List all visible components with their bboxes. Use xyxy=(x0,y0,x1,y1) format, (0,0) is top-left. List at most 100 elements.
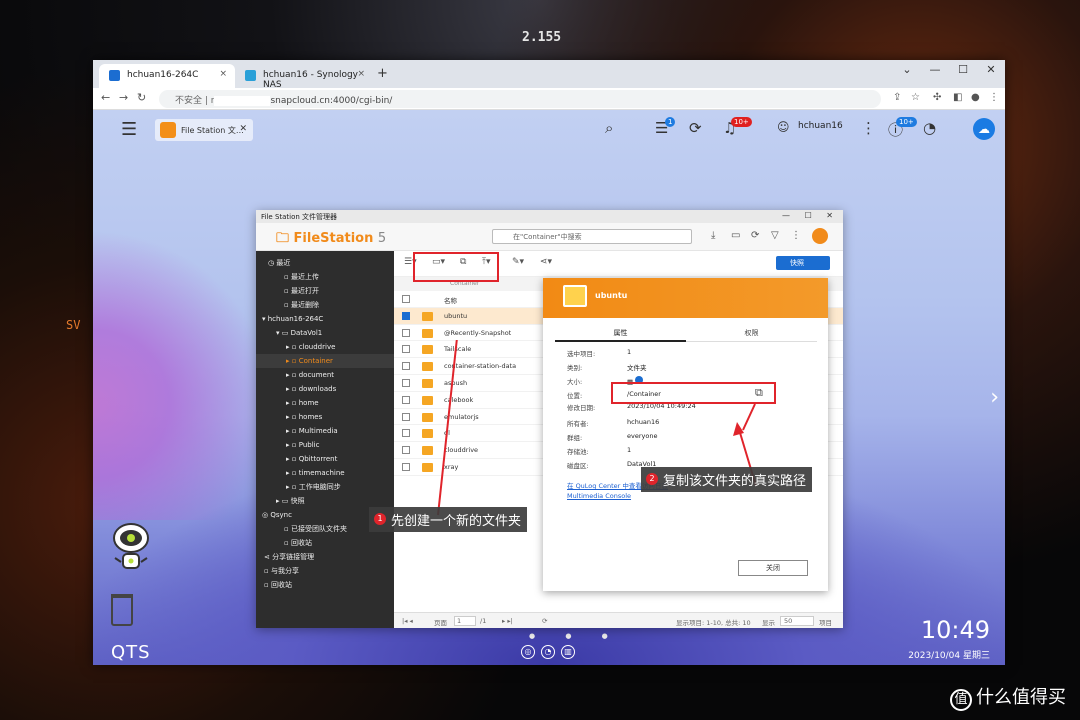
refresh-icon[interactable]: ⟳ xyxy=(751,230,759,241)
browser-menu-icon[interactable]: ⋮ xyxy=(989,92,999,103)
sidebar-item-datavol1[interactable]: ▾ ▭ DataVol1 xyxy=(276,326,322,340)
minimize-button[interactable]: — xyxy=(921,63,949,76)
sidebar-item-qbittorrent[interactable]: ▸ ▫ Qbittorrent xyxy=(286,452,337,466)
sidebar-item-homes[interactable]: ▸ ▫ homes xyxy=(286,410,322,424)
share-toolbar-icon[interactable]: ⋖▾ xyxy=(540,257,552,267)
page-indicator[interactable]: ● ● ● xyxy=(529,632,622,640)
myqnapcloud-icon[interactable]: ☁ xyxy=(973,118,995,140)
tab-permissions[interactable]: 权限 xyxy=(686,328,817,338)
tab-synology[interactable]: hchuan16 - Synology NAS × xyxy=(235,64,373,90)
sidebar-item-qsync-recycle[interactable]: ▫ 回收站 xyxy=(284,536,312,550)
sidebar-item-public[interactable]: ▸ ▫ Public xyxy=(286,438,319,452)
sidebar-item-recent-delete[interactable]: ▫ 最近删除 xyxy=(284,298,319,312)
select-all-checkbox[interactable] xyxy=(402,295,410,303)
qboost-robot-icon[interactable] xyxy=(109,520,153,580)
close-window-button[interactable]: ✕ xyxy=(977,63,1005,76)
row-checkbox[interactable] xyxy=(402,429,410,438)
main-menu-icon[interactable]: ☰ xyxy=(121,119,139,140)
extensions-icon[interactable]: ✣ xyxy=(933,92,941,103)
row-checkbox[interactable] xyxy=(402,462,410,471)
more-options-icon[interactable]: ⋮ xyxy=(861,119,876,137)
window-controls[interactable]: — ☐ ✕ xyxy=(782,211,839,220)
row-checkbox[interactable] xyxy=(402,328,410,337)
new-tab-button[interactable]: + xyxy=(377,66,388,81)
sidebar-item-recent[interactable]: ◷ 最近 xyxy=(268,256,290,270)
reload-icon[interactable]: ↻ xyxy=(137,91,146,104)
tab-search-button[interactable]: ⌄ xyxy=(893,63,921,76)
sidebar-item-recent-upload[interactable]: ▫ 最近上传 xyxy=(284,270,319,284)
sidebar-item-snapshot[interactable]: ▸ ▭ 快照 xyxy=(276,494,305,508)
filestation-icon xyxy=(160,122,176,138)
bookmark-star-icon[interactable]: ☆ xyxy=(911,92,920,103)
row-checkbox[interactable] xyxy=(402,311,410,320)
sidebar-item-recycle-bin[interactable]: ▫ 回收站 xyxy=(264,578,292,592)
next-page-icon[interactable]: ▸ ▸| xyxy=(502,617,513,625)
per-page-select[interactable]: 50 xyxy=(780,616,814,626)
page-input[interactable]: 1 xyxy=(454,616,476,626)
sidebar-item-home[interactable]: ▸ ▫ home xyxy=(286,396,319,410)
filestation-taskbar-tab[interactable]: File Station 文… ✕ xyxy=(155,119,253,141)
maximize-button[interactable]: ☐ xyxy=(949,63,977,76)
sidebar-item-team-folders[interactable]: ▫ 已接受团队文件夹 xyxy=(284,522,347,536)
field-selected: 选中项目: 1 xyxy=(567,348,632,358)
multimedia-console-link[interactable]: Multimedia Console xyxy=(567,492,631,500)
sidebar-item-work-sync[interactable]: ▸ ▫ 工作电脑同步 xyxy=(286,480,341,494)
forward-icon[interactable]: → xyxy=(119,91,128,104)
dock-icon-3[interactable]: ▥ xyxy=(561,645,575,659)
profile-icon[interactable]: ● xyxy=(971,92,980,103)
row-checkbox[interactable] xyxy=(402,378,410,387)
column-name[interactable]: 名称 xyxy=(444,295,457,305)
watermark-text: 什么值得买 xyxy=(976,687,1066,708)
folder-icon xyxy=(422,412,433,422)
close-button[interactable]: 关闭 xyxy=(738,560,808,576)
sidebar-item-recent-open[interactable]: ▫ 最近打开 xyxy=(284,284,319,298)
refresh-list-icon[interactable]: ⟳ xyxy=(542,617,547,625)
first-page-icon[interactable]: |◂ ◂ xyxy=(402,617,413,625)
back-icon[interactable]: ← xyxy=(101,91,110,104)
sidebar-item-share-links[interactable]: ⋖ 分享链接管理 xyxy=(264,550,314,564)
search-input[interactable]: 在"Container"中搜索 xyxy=(492,229,692,244)
security-warning[interactable]: 不安全 | r xyxy=(175,96,214,106)
snapshot-button[interactable]: 快照 xyxy=(776,256,830,270)
sidebar-item-downloads[interactable]: ▸ ▫ downloads xyxy=(286,382,336,396)
share-icon[interactable]: ⇪ xyxy=(893,92,901,103)
row-checkbox[interactable] xyxy=(402,446,410,455)
row-checkbox[interactable] xyxy=(402,395,410,404)
filter-icon[interactable]: ▽ xyxy=(771,230,779,241)
username[interactable]: hchuan16 xyxy=(798,121,843,131)
row-checkbox[interactable] xyxy=(402,345,410,354)
tab-close-icon[interactable]: × xyxy=(357,69,365,79)
more-icon[interactable]: ⋮ xyxy=(791,230,801,241)
sidebar-item-nas[interactable]: ▾ hchuan16-264C xyxy=(262,312,323,326)
sidebar-item-timemachine[interactable]: ▸ ▫ timemachine xyxy=(286,466,345,480)
recycle-bin-icon[interactable] xyxy=(111,594,133,626)
next-page-chevron-icon[interactable]: › xyxy=(990,385,999,410)
tab-hchuan16[interactable]: hchuan16-264C × xyxy=(99,64,235,88)
search-icon[interactable]: ⌕ xyxy=(605,119,613,137)
sidebar-item-shared-with-me[interactable]: ▫ 与我分享 xyxy=(264,564,299,578)
sidebar-item-container[interactable]: ▸ ▫ Container xyxy=(256,354,394,368)
tools-icon[interactable]: ✎▾ xyxy=(512,257,524,267)
close-icon[interactable]: ✕ xyxy=(239,124,247,134)
sidebar-item-qsync[interactable]: ◎ Qsync xyxy=(262,508,292,522)
tab-attributes[interactable]: 属性 xyxy=(555,328,686,342)
row-checkbox[interactable] xyxy=(402,412,410,421)
sidebar-item-document[interactable]: ▸ ▫ document xyxy=(286,368,334,382)
filestation-status-icon[interactable] xyxy=(812,228,828,244)
tab-close-icon[interactable]: × xyxy=(219,69,227,79)
dashboard-gauge-icon[interactable]: ◔ xyxy=(923,119,936,137)
dock-icon-2[interactable]: ◔ xyxy=(541,645,555,659)
page-label: 页面 xyxy=(434,619,447,627)
user-avatar-icon[interactable]: ☺ xyxy=(777,120,790,134)
remote-mount-icon[interactable]: ▭ xyxy=(731,230,740,241)
file-name: xray xyxy=(444,462,459,471)
sidebar-item-clouddrive[interactable]: ▸ ▫ clouddrive xyxy=(286,340,335,354)
sidebar-icon[interactable]: ◧ xyxy=(953,92,962,103)
url-input[interactable]: 不安全 | r snapcloud.cn:4000/cgi-bin/ xyxy=(159,90,881,108)
desktop-dock: ◎ ◔ ▥ xyxy=(521,645,575,659)
upload-icon[interactable]: ⤓ xyxy=(711,230,715,241)
sidebar-item-multimedia[interactable]: ▸ ▫ Multimedia xyxy=(286,424,338,438)
sync-icon[interactable]: ⟳ xyxy=(689,119,702,137)
dock-icon-1[interactable]: ◎ xyxy=(521,645,535,659)
row-checkbox[interactable] xyxy=(402,362,410,371)
